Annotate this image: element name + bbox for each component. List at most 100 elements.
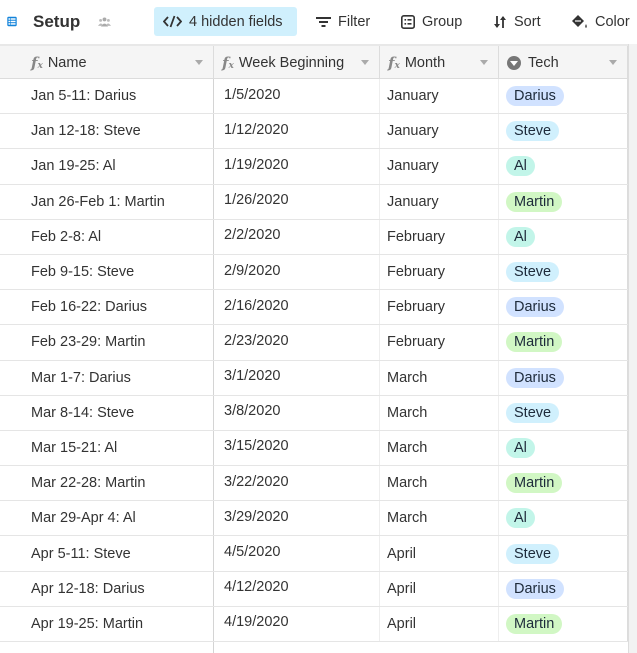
column-menu-icon[interactable] xyxy=(195,60,203,65)
cell-tech[interactable]: Steve xyxy=(499,114,628,149)
cell-name[interactable]: Mar 1-7: Darius xyxy=(0,360,214,395)
cell-tech[interactable]: Al xyxy=(499,149,628,184)
column-header-month[interactable]: fx Month xyxy=(380,46,499,79)
cell-month[interactable]: February xyxy=(380,325,499,360)
color-button[interactable]: Color xyxy=(571,7,630,36)
table-row[interactable]: Apr 5-11: Steve 4/5/2020 April Steve xyxy=(0,536,628,572)
cell-month[interactable]: April xyxy=(380,606,499,641)
cell-month[interactable]: January xyxy=(380,149,499,184)
table-row[interactable]: Mar 15-21: Al 3/15/2020 March Al xyxy=(0,430,628,467)
view-name[interactable]: Setup xyxy=(33,7,80,36)
cell-week-beginning[interactable]: 2/9/2020 xyxy=(214,254,380,290)
table-row[interactable]: Jan 19-25: Al 1/19/2020 January Al xyxy=(0,149,628,185)
table-row[interactable]: Jan 12-18: Steve 1/12/2020 January Steve xyxy=(0,114,628,150)
cell-month[interactable]: March xyxy=(380,430,499,466)
cell-month[interactable]: February xyxy=(380,254,499,290)
cell-month[interactable]: January xyxy=(380,114,499,149)
group-button[interactable]: Group xyxy=(401,7,462,36)
cell-week-beginning[interactable]: 4/19/2020 xyxy=(214,606,380,641)
cell-week-beginning[interactable]: 2/16/2020 xyxy=(214,290,380,325)
filter-button[interactable]: Filter xyxy=(316,7,370,36)
tech-pill: Darius xyxy=(506,297,564,318)
month-value: March xyxy=(387,510,428,527)
table-row[interactable]: Jan 5-11: Darius 1/5/2020 January Darius xyxy=(0,79,628,115)
table-row[interactable]: Feb 23-29: Martin 2/23/2020 February Martin xyxy=(0,325,628,361)
cell-month[interactable]: February xyxy=(380,219,499,254)
grid-view-icon[interactable] xyxy=(7,13,24,30)
cell-week-beginning[interactable]: 3/8/2020 xyxy=(214,395,380,430)
column-header-tech[interactable]: Tech xyxy=(499,46,628,79)
cell-name[interactable]: Mar 22-28: Martin xyxy=(0,466,214,501)
table-row[interactable]: Apr 12-18: Darius 4/12/2020 April Darius xyxy=(0,571,628,607)
cell-month[interactable]: March xyxy=(380,360,499,395)
table-row[interactable]: Mar 8-14: Steve 3/8/2020 March Steve xyxy=(0,395,628,431)
cell-tech[interactable]: Darius xyxy=(499,290,628,325)
cell-name[interactable]: Apr 5-11: Steve xyxy=(0,536,214,571)
column-menu-icon[interactable] xyxy=(480,60,488,65)
cell-name[interactable]: Apr 12-18: Darius xyxy=(0,571,214,606)
cell-name[interactable]: Jan 26-Feb 1: Martin xyxy=(0,184,214,219)
cell-tech[interactable]: Steve xyxy=(499,254,628,290)
cell-name[interactable]: Mar 15-21: Al xyxy=(0,430,214,466)
cell-name[interactable]: Mar 29-Apr 4: Al xyxy=(0,501,214,536)
cell-name[interactable]: Jan 5-11: Darius xyxy=(0,79,214,114)
column-menu-icon[interactable] xyxy=(361,60,369,65)
table-row[interactable]: Mar 1-7: Darius 3/1/2020 March Darius xyxy=(0,360,628,396)
cell-tech[interactable]: Martin xyxy=(499,325,628,360)
cell-name[interactable]: Apr 19-25: Martin xyxy=(0,606,214,641)
cell-tech[interactable]: Martin xyxy=(499,184,628,219)
table-row[interactable]: Apr 19-25: Martin 4/19/2020 April Martin xyxy=(0,606,628,642)
week-value: 3/15/2020 xyxy=(224,438,289,455)
cell-week-beginning[interactable]: 3/15/2020 xyxy=(214,430,380,466)
cell-month[interactable]: April xyxy=(380,571,499,606)
cell-name[interactable]: Feb 9-15: Steve xyxy=(0,254,214,290)
cell-name[interactable]: Jan 19-25: Al xyxy=(0,149,214,184)
cell-week-beginning[interactable]: 1/26/2020 xyxy=(214,184,380,219)
table-row[interactable]: Feb 9-15: Steve 2/9/2020 February Steve xyxy=(0,254,628,291)
cell-tech[interactable]: Al xyxy=(499,501,628,536)
column-header-week-beginning[interactable]: fx Week Beginning xyxy=(214,46,380,79)
cell-month[interactable]: March xyxy=(380,395,499,430)
cell-tech[interactable]: Steve xyxy=(499,395,628,430)
cell-month[interactable]: January xyxy=(380,184,499,219)
cell-tech[interactable]: Darius xyxy=(499,79,628,114)
hidden-fields-button[interactable]: 4 hidden fields xyxy=(154,7,297,36)
cell-week-beginning[interactable]: 3/1/2020 xyxy=(214,360,380,395)
cell-month[interactable]: March xyxy=(380,501,499,536)
cell-week-beginning[interactable]: 1/5/2020 xyxy=(214,79,380,114)
cell-month[interactable]: February xyxy=(380,290,499,325)
sort-button[interactable]: Sort xyxy=(493,7,541,36)
table-row[interactable]: Mar 22-28: Martin 3/22/2020 March Martin xyxy=(0,466,628,502)
cell-week-beginning[interactable]: 1/19/2020 xyxy=(214,149,380,184)
cell-tech[interactable]: Darius xyxy=(499,571,628,606)
table-row[interactable]: Mar 29-Apr 4: Al 3/29/2020 March Al xyxy=(0,501,628,537)
add-record-row[interactable] xyxy=(0,642,628,653)
cell-month[interactable]: January xyxy=(380,79,499,114)
cell-week-beginning[interactable]: 3/29/2020 xyxy=(214,501,380,536)
cell-tech[interactable]: Darius xyxy=(499,360,628,395)
cell-name[interactable]: Feb 23-29: Martin xyxy=(0,325,214,360)
cell-name[interactable]: Mar 8-14: Steve xyxy=(0,395,214,430)
cell-name[interactable]: Feb 16-22: Darius xyxy=(0,290,214,325)
cell-month[interactable]: April xyxy=(380,536,499,571)
cell-week-beginning[interactable]: 1/12/2020 xyxy=(214,114,380,149)
cell-tech[interactable]: Al xyxy=(499,219,628,254)
column-header-name[interactable]: fx Name xyxy=(0,46,214,79)
cell-week-beginning[interactable]: 4/5/2020 xyxy=(214,536,380,571)
table-row[interactable]: Feb 16-22: Darius 2/16/2020 February Darius xyxy=(0,290,628,326)
table-row[interactable]: Jan 26-Feb 1: Martin 1/26/2020 January Mart… xyxy=(0,184,628,220)
cell-week-beginning[interactable]: 2/2/2020 xyxy=(214,219,380,254)
cell-name[interactable]: Jan 12-18: Steve xyxy=(0,114,214,149)
cell-week-beginning[interactable]: 2/23/2020 xyxy=(214,325,380,360)
cell-tech[interactable]: Martin xyxy=(499,606,628,641)
cell-tech[interactable]: Al xyxy=(499,430,628,466)
cell-tech[interactable]: Martin xyxy=(499,466,628,501)
cell-name[interactable]: Feb 2-8: Al xyxy=(0,219,214,254)
collaborative-view-icon[interactable] xyxy=(98,14,118,30)
column-menu-icon[interactable] xyxy=(609,60,617,65)
cell-tech[interactable]: Steve xyxy=(499,536,628,571)
table-row[interactable]: Feb 2-8: Al 2/2/2020 February Al xyxy=(0,219,628,255)
cell-month[interactable]: March xyxy=(380,466,499,501)
cell-week-beginning[interactable]: 4/12/2020 xyxy=(214,571,380,606)
cell-week-beginning[interactable]: 3/22/2020 xyxy=(214,466,380,501)
